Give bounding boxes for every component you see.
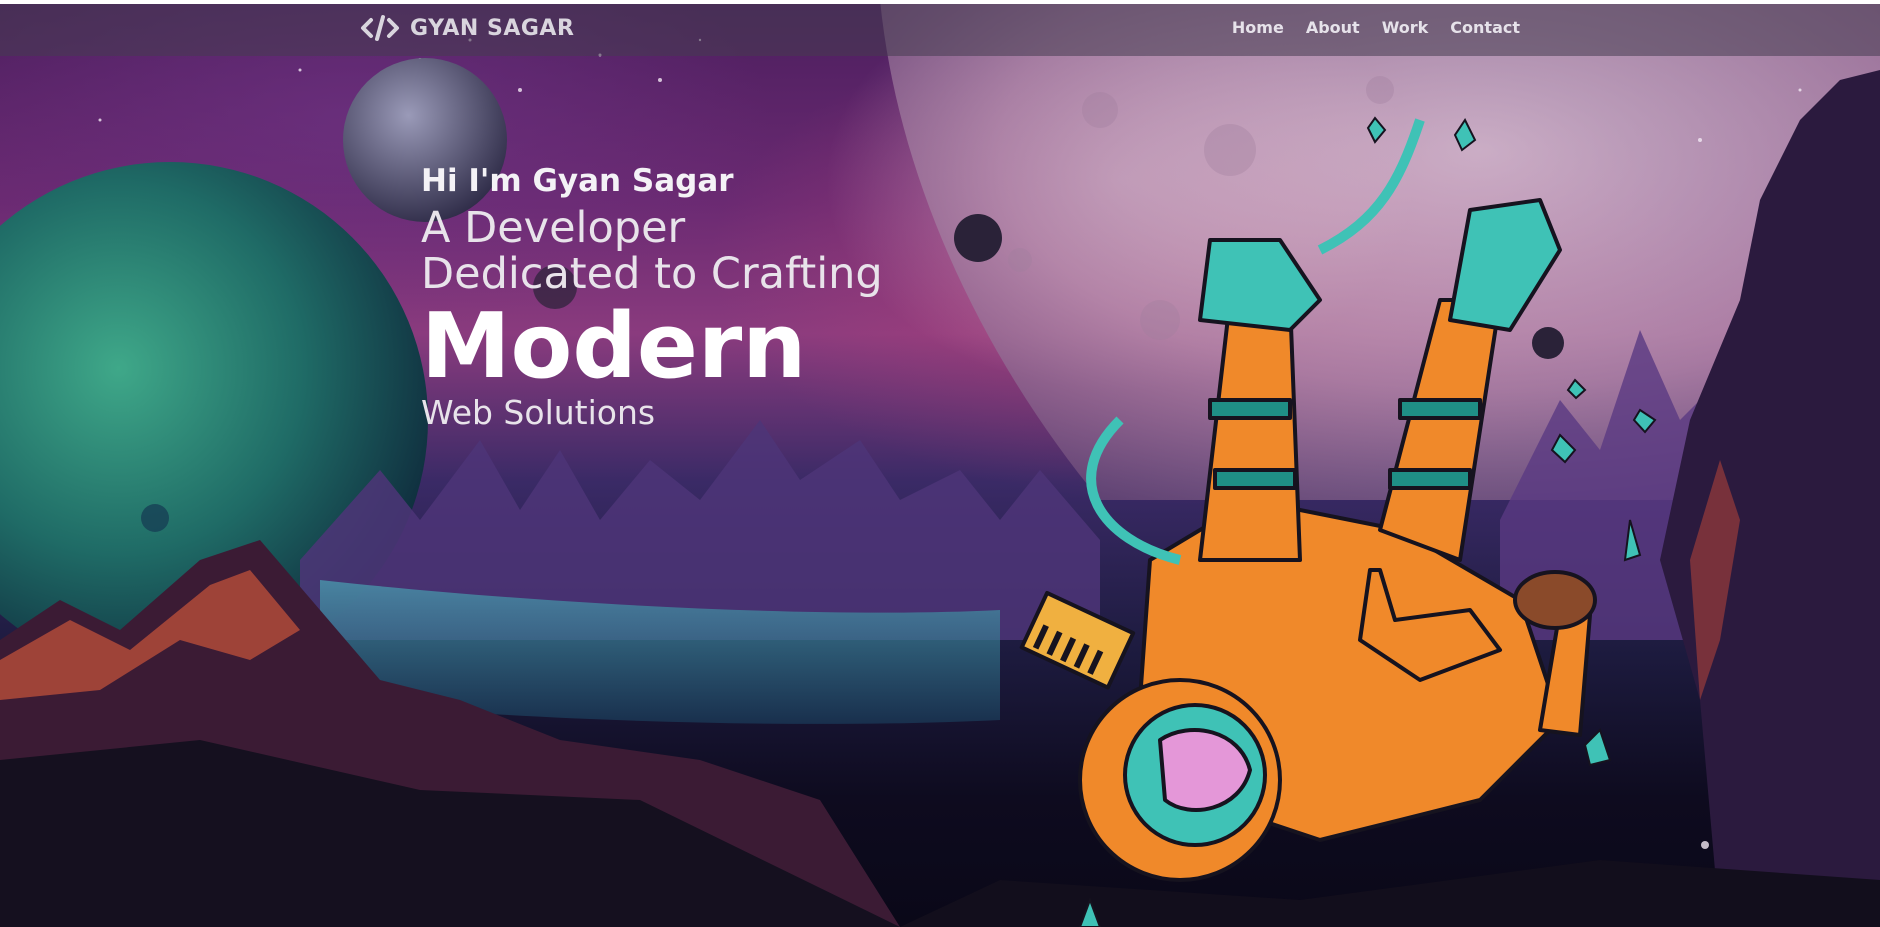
hero-headline-emphasis: Modern bbox=[421, 294, 807, 399]
code-brackets-icon bbox=[360, 13, 400, 43]
space-scene-illustration bbox=[0, 0, 1880, 927]
navigation-bar: GYAN SAGAR Home About Work Contact bbox=[0, 4, 1880, 56]
nav-link-home[interactable]: Home bbox=[1232, 18, 1284, 37]
nav-links: Home About Work Contact bbox=[1232, 18, 1520, 37]
nav-link-contact[interactable]: Contact bbox=[1450, 18, 1520, 37]
hero-intro: Hi I'm Gyan Sagar A Developer Dedicated … bbox=[421, 163, 883, 432]
hero-headline-line3: Web Solutions bbox=[421, 393, 656, 432]
nav-link-about[interactable]: About bbox=[1306, 18, 1360, 37]
hero-headline-line2: Dedicated to Crafting bbox=[421, 249, 883, 299]
hero-greeting: Hi I'm Gyan Sagar bbox=[421, 163, 734, 199]
brand-name: GYAN SAGAR bbox=[410, 15, 575, 41]
nav-link-work[interactable]: Work bbox=[1382, 18, 1429, 37]
hero-headline-line1: A Developer bbox=[421, 203, 686, 253]
portfolio-page: GYAN SAGAR Home About Work Contact Hi I'… bbox=[0, 0, 1880, 927]
brand-logo[interactable]: GYAN SAGAR bbox=[360, 13, 574, 43]
